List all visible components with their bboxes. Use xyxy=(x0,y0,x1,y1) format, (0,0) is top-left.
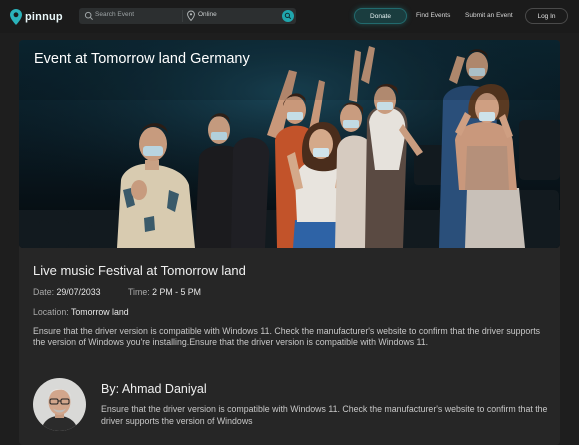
location-pin-icon xyxy=(187,10,195,22)
author-bio: Ensure that the driver version is compat… xyxy=(101,404,548,426)
brand-logo[interactable]: pinnup xyxy=(10,8,63,25)
location-label: Location: xyxy=(33,307,69,317)
search-input[interactable]: Search Event xyxy=(95,11,134,18)
date-value: 29/07/2033 xyxy=(56,287,101,297)
nav-link-find-events[interactable]: Find Events xyxy=(416,12,450,19)
login-button[interactable]: Log In xyxy=(525,8,568,24)
location-value: Tomorrow land xyxy=(71,307,129,317)
event-description: Ensure that the driver version is compat… xyxy=(33,326,541,347)
author-name: By: Ahmad Daniyal xyxy=(101,382,207,396)
avatar xyxy=(33,378,86,431)
author-photo xyxy=(33,378,86,431)
location-input[interactable]: Online xyxy=(198,11,217,18)
event-time: Time: 2 PM - 5 PM xyxy=(128,287,201,297)
event-location: Location: Tomorrow land xyxy=(33,307,129,317)
search-submit-button[interactable] xyxy=(282,10,294,22)
search-divider xyxy=(182,10,183,22)
hero-image: Event at Tomorrow land Germany xyxy=(19,40,560,248)
search-go-icon xyxy=(284,12,292,20)
event-date: Date: 29/07/2033 xyxy=(33,287,101,297)
search-icon xyxy=(84,11,93,20)
map-pin-icon xyxy=(10,8,22,25)
hero-title: Event at Tomorrow land Germany xyxy=(34,51,250,67)
top-navbar: pinnup Search Event Online Donate Find E… xyxy=(0,0,579,33)
search-bar[interactable]: Search Event Online xyxy=(79,8,296,24)
nav-link-submit-event[interactable]: Submit an Event xyxy=(465,12,513,19)
donate-button[interactable]: Donate xyxy=(354,8,407,24)
brand-name: pinnup xyxy=(25,10,63,23)
date-label: Date: xyxy=(33,287,55,297)
audience-photo xyxy=(19,40,560,248)
time-value: 2 PM - 5 PM xyxy=(152,287,202,297)
time-label: Time: xyxy=(128,287,150,297)
event-title: Live music Festival at Tomorrow land xyxy=(33,263,246,278)
